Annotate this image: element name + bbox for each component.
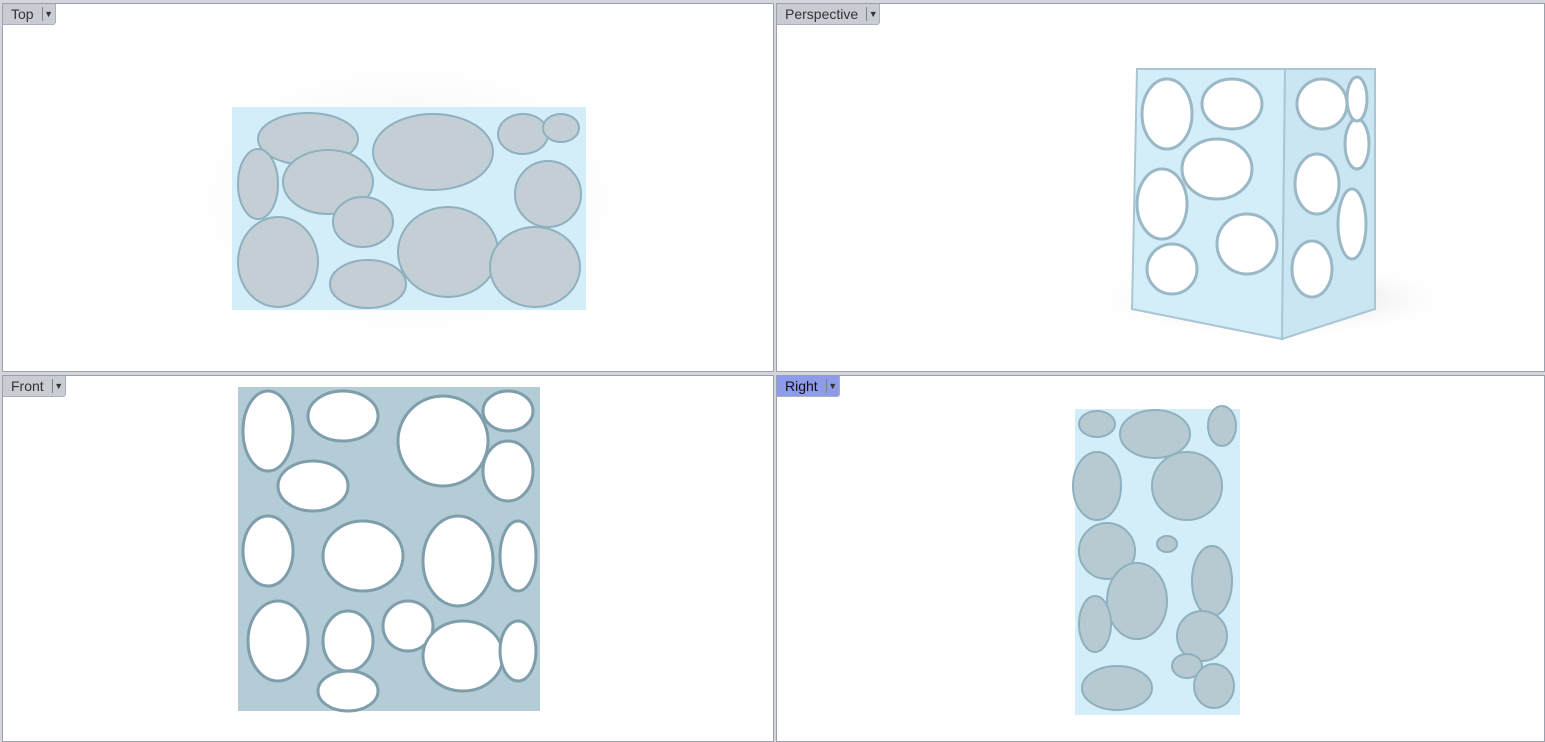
front-view-model xyxy=(238,387,540,713)
viewport-top[interactable]: Top ▼ xyxy=(2,3,774,372)
viewport-tab-front[interactable]: Front ▼ xyxy=(3,376,66,397)
viewport-menu-icon[interactable]: ▼ xyxy=(866,7,879,21)
viewport-title-top[interactable]: Top xyxy=(3,4,42,24)
viewport-tab-perspective[interactable]: Perspective ▼ xyxy=(777,4,881,25)
viewport-perspective[interactable]: Perspective ▼ xyxy=(776,3,1545,372)
viewport-tab-top[interactable]: Top ▼ xyxy=(3,4,56,25)
viewport-tab-right[interactable]: Right ▼ xyxy=(777,376,840,397)
viewport-title-right[interactable]: Right xyxy=(777,376,826,396)
viewport-menu-icon[interactable]: ▼ xyxy=(825,379,839,393)
viewport-front[interactable]: Front ▼ xyxy=(2,375,774,742)
perspective-view-model xyxy=(1082,68,1462,341)
viewport-title-front[interactable]: Front xyxy=(3,376,52,396)
viewport-menu-icon[interactable]: ▼ xyxy=(51,379,65,393)
viewport-right[interactable]: Right ▼ xyxy=(776,375,1545,742)
top-view-model xyxy=(143,29,673,369)
viewport-title-perspective[interactable]: Perspective xyxy=(777,4,866,24)
right-view-model xyxy=(1072,405,1240,715)
viewport-menu-icon[interactable]: ▼ xyxy=(41,7,55,21)
